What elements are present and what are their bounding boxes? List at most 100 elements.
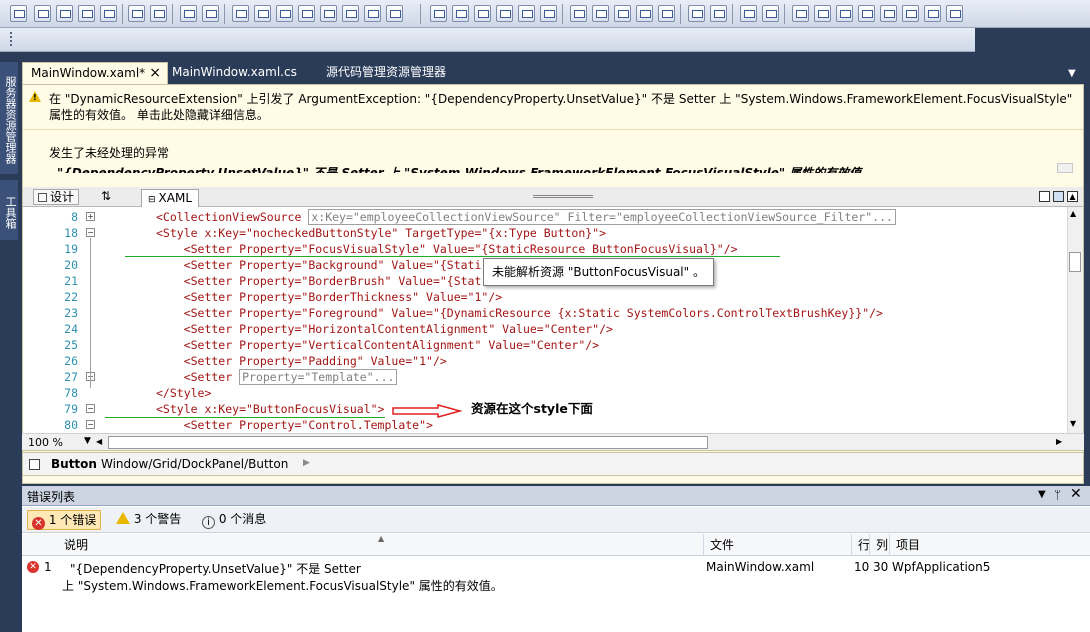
toolbar-icon[interactable] xyxy=(518,5,535,22)
collapse-icon[interactable]: − xyxy=(86,228,95,237)
toolbar-icon[interactable] xyxy=(10,5,27,22)
toolbar-icon[interactable] xyxy=(710,5,727,22)
toolbar-icon[interactable] xyxy=(946,5,963,22)
sidebar-tab-server-explorer[interactable]: 服务器资源管理器 xyxy=(0,62,18,174)
toolbar-icon[interactable] xyxy=(762,5,779,22)
zoom-level[interactable]: 100 % xyxy=(28,436,63,449)
tab-design[interactable]: 设计 xyxy=(33,189,80,205)
toolbar-icon[interactable] xyxy=(658,5,675,22)
sidebar-tab-toolbox[interactable]: 工具箱 xyxy=(0,180,18,240)
tab-xaml[interactable]: ⊟ XAML xyxy=(141,189,200,207)
toolbar-icon[interactable] xyxy=(56,5,73,22)
scroll-down-icon[interactable]: ▼ xyxy=(1070,419,1076,428)
toolbar-icon[interactable] xyxy=(570,5,587,22)
toolbar-icon[interactable] xyxy=(430,5,447,22)
tab-mainwindow-xaml[interactable]: MainWindow.xaml* × xyxy=(22,62,168,84)
toolbar-icon[interactable] xyxy=(254,5,271,22)
toolbar-icon[interactable] xyxy=(150,5,167,22)
breadcrumb-element[interactable]: Button xyxy=(51,457,97,471)
toolbar-icon[interactable] xyxy=(614,5,631,22)
toolbar-icon[interactable] xyxy=(858,5,875,22)
tab-source-control-explorer[interactable]: 源代码管理资源管理器 xyxy=(318,62,454,84)
error-description-line1: "{DependencyProperty.UnsetValue}" 不是 Set… xyxy=(70,562,361,576)
split-horizontal-icon[interactable] xyxy=(1053,191,1064,202)
close-icon[interactable]: × xyxy=(149,63,161,84)
close-panel-icon[interactable]: ✕ xyxy=(1070,486,1082,502)
toolbar-icon[interactable] xyxy=(792,5,809,22)
window-position-icon[interactable]: ▼ xyxy=(1038,489,1046,500)
column-header-project[interactable]: 项目 xyxy=(890,534,1086,556)
exception-detail-text: "{DependencyProperty.UnsetValue}" 不是 Set… xyxy=(57,166,874,173)
toolbar-icon[interactable] xyxy=(688,5,705,22)
code-line: <Setter Property="VerticalContentAlignme… xyxy=(156,338,600,352)
line-number: 78 xyxy=(64,386,78,400)
toolbar-icon[interactable] xyxy=(298,5,315,22)
vertical-scrollbar[interactable]: ▲ ▼ xyxy=(1067,207,1083,433)
error-index: 1 xyxy=(44,560,52,574)
change-marker xyxy=(125,256,780,257)
split-vertical-icon[interactable] xyxy=(1039,191,1050,202)
grip-icon[interactable] xyxy=(10,32,13,46)
toolbar-icon[interactable] xyxy=(902,5,919,22)
collapse-icon[interactable]: − xyxy=(86,420,95,429)
breadcrumb-path[interactable]: Window/Grid/DockPanel/Button xyxy=(101,457,288,471)
breadcrumb-next-icon[interactable]: ▶ xyxy=(303,458,310,468)
collapsed-region[interactable]: x:Key="employeeCollectionViewSource" Fil… xyxy=(308,209,896,225)
splitter-grip[interactable] xyxy=(533,195,593,198)
toolbar-icon[interactable] xyxy=(474,5,491,22)
horizontal-scroll-thumb[interactable] xyxy=(108,436,708,449)
collapsed-region[interactable]: Property="Template"... xyxy=(239,369,398,385)
scroll-left-icon[interactable]: ◀ xyxy=(96,437,102,446)
pin-icon[interactable]: ᛘ xyxy=(1054,488,1061,502)
tab-mainwindow-xaml-cs[interactable]: MainWindow.xaml.cs xyxy=(164,62,305,84)
toolbar-icon[interactable] xyxy=(276,5,293,22)
line-number: 18 xyxy=(64,226,78,240)
toolbar-icon[interactable] xyxy=(342,5,359,22)
toolbar-icon[interactable] xyxy=(232,5,249,22)
collapse-pane-icon[interactable]: ▲ xyxy=(1067,191,1078,202)
toolbar-icon[interactable] xyxy=(880,5,897,22)
code-line: <Style x:Key="nocheckedButtonStyle" Targ… xyxy=(156,226,607,240)
toolbar-icon[interactable] xyxy=(740,5,757,22)
toolbar-icon[interactable] xyxy=(924,5,941,22)
expand-icon[interactable]: + xyxy=(86,212,95,221)
toolbar-icon[interactable] xyxy=(452,5,469,22)
column-header-file[interactable]: 文件 xyxy=(704,534,852,556)
scroll-right-icon[interactable]: ▶ xyxy=(1056,437,1062,446)
toolbar-icon[interactable] xyxy=(836,5,853,22)
toolbar-icon[interactable] xyxy=(386,5,403,22)
toolbar-icon[interactable] xyxy=(496,5,513,22)
scroll-up-icon[interactable]: ▲ xyxy=(1070,209,1076,218)
toolbar-icon[interactable] xyxy=(128,5,145,22)
messages-filter-button[interactable]: i 0 个消息 xyxy=(198,510,270,530)
warnings-filter-button[interactable]: 3 个警告 xyxy=(112,510,185,530)
toolbar-icon[interactable] xyxy=(100,5,117,22)
exception-banner[interactable]: ! 在 "DynamicResourceExtension" 上引发了 Argu… xyxy=(23,85,1083,129)
collapse-icon[interactable]: − xyxy=(86,404,95,413)
swap-panes-button[interactable]: ⇅ xyxy=(101,189,111,203)
editor-bottom-bar: 100 % ▼ ◀ ▶ xyxy=(22,433,1084,451)
toolbar-icon[interactable] xyxy=(636,5,653,22)
toolbar-icon[interactable] xyxy=(34,5,51,22)
view-tabs-bar: 设计 ⇅ ⊟ XAML ▲ xyxy=(23,187,1083,207)
toolbar-icon[interactable] xyxy=(540,5,557,22)
toolbar-icon[interactable] xyxy=(364,5,381,22)
tab-dropdown-icon[interactable]: ▼ xyxy=(1068,68,1076,79)
toolbar-icon[interactable] xyxy=(814,5,831,22)
column-header-description[interactable]: 说明 ▲ xyxy=(58,534,704,556)
toolbar-icon[interactable] xyxy=(202,5,219,22)
column-header-column[interactable]: 列 xyxy=(870,534,890,556)
errors-filter-button[interactable]: ✕ 1 个错误 xyxy=(27,510,102,530)
toolbar-icon[interactable] xyxy=(320,5,337,22)
info-icon: i xyxy=(202,516,215,529)
exception-heading: 发生了未经处理的异常 xyxy=(49,146,170,160)
toolbar-icon[interactable] xyxy=(592,5,609,22)
column-header-line[interactable]: 行 xyxy=(852,534,870,556)
scroll-thumb[interactable] xyxy=(1069,252,1081,272)
table-row[interactable]: ✕ 1 "{DependencyProperty.UnsetValue}" 不是… xyxy=(22,557,1090,597)
toolbar-icon[interactable] xyxy=(78,5,95,22)
code-line: <Style x:Key="ButtonFocusVisual"> xyxy=(156,402,385,416)
toolbar-icon[interactable] xyxy=(180,5,197,22)
detail-scroll-button[interactable] xyxy=(1057,163,1073,173)
zoom-dropdown-icon[interactable]: ▼ xyxy=(84,436,91,446)
